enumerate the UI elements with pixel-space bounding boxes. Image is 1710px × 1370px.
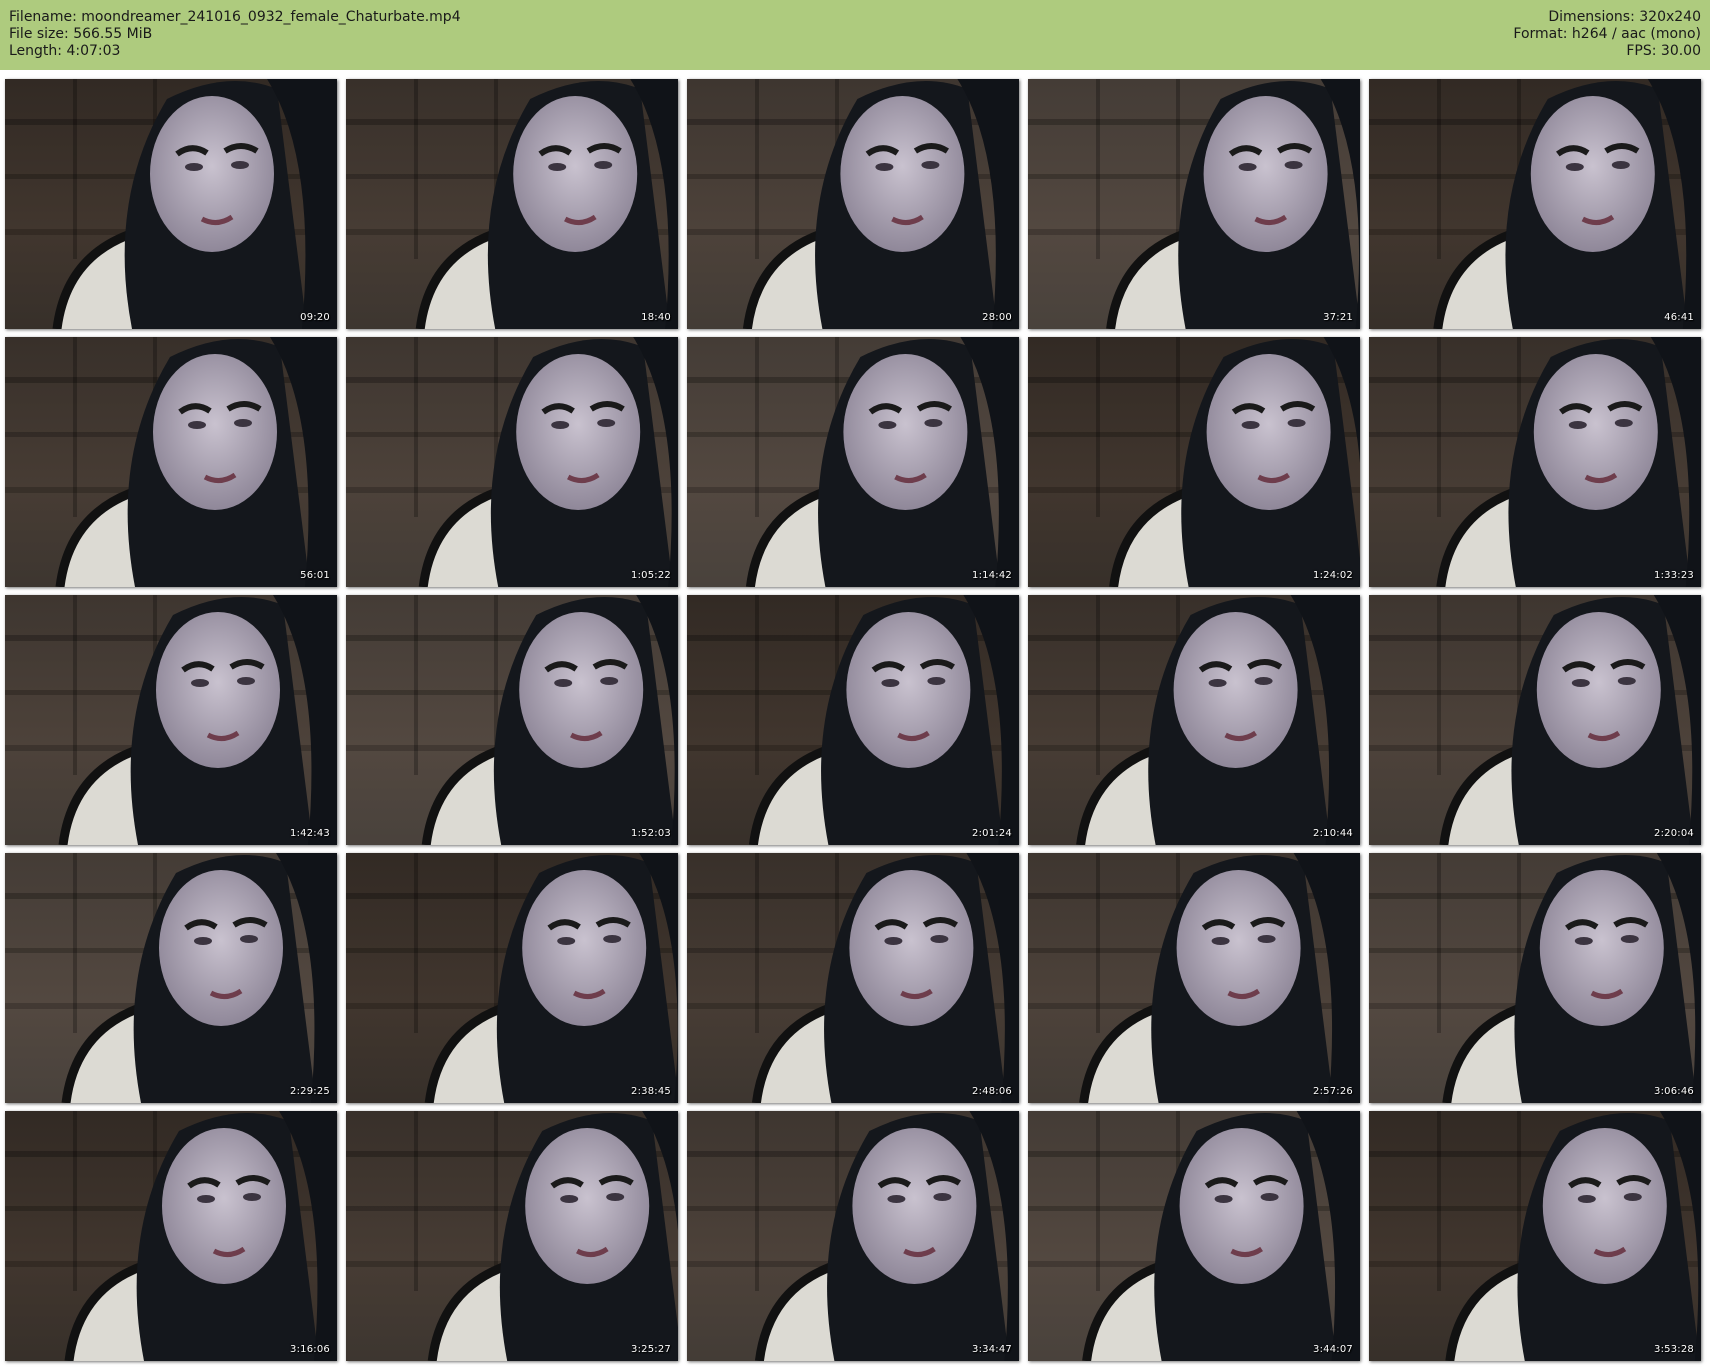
frame-image (346, 1111, 678, 1361)
thumbnail-timestamp: 56:01 (300, 570, 330, 581)
video-thumbnail[interactable]: 2:01:24 (687, 595, 1019, 845)
thumbnail-timestamp: 3:06:46 (1654, 1086, 1694, 1097)
frame-image (1369, 79, 1701, 329)
frame-image (1369, 337, 1701, 587)
video-thumbnail[interactable]: 2:38:45 (346, 853, 678, 1103)
thumbnail-timestamp: 3:53:28 (1654, 1344, 1694, 1355)
frame-image (5, 595, 337, 845)
video-thumbnail[interactable]: 1:05:22 (346, 337, 678, 587)
video-thumbnail[interactable]: 2:20:04 (1369, 595, 1701, 845)
frame-image (1369, 853, 1701, 1103)
frame-image (1028, 853, 1360, 1103)
video-thumbnail[interactable]: 3:44:07 (1028, 1111, 1360, 1361)
length-text: Length: 4:07:03 (9, 43, 121, 59)
frame-image (687, 853, 1019, 1103)
frame-image (5, 1111, 337, 1361)
frame-image (5, 853, 337, 1103)
video-thumbnail[interactable]: 1:14:42 (687, 337, 1019, 587)
video-thumbnail[interactable]: 2:10:44 (1028, 595, 1360, 845)
video-thumbnail[interactable]: 1:33:23 (1369, 337, 1701, 587)
frame-image (687, 595, 1019, 845)
thumbnail-timestamp: 2:20:04 (1654, 828, 1694, 839)
info-header: Filename: moondreamer_241016_0932_female… (0, 0, 1710, 70)
frame-image (5, 79, 337, 329)
frame-image (346, 853, 678, 1103)
video-thumbnail[interactable]: 3:06:46 (1369, 853, 1701, 1103)
frame-image (5, 337, 337, 587)
frame-image (687, 337, 1019, 587)
thumbnail-timestamp: 18:40 (641, 312, 671, 323)
file-info-left: Filename: moondreamer_241016_0932_female… (9, 9, 461, 60)
video-thumbnail[interactable]: 37:21 (1028, 79, 1360, 329)
video-thumbnail[interactable]: 2:29:25 (5, 853, 337, 1103)
thumbnail-timestamp: 2:29:25 (290, 1086, 330, 1097)
frame-image (1369, 1111, 1701, 1361)
file-info-right: Dimensions: 320x240 Format: h264 / aac (… (1513, 9, 1701, 60)
frame-image (346, 79, 678, 329)
video-thumbnail[interactable]: 3:34:47 (687, 1111, 1019, 1361)
thumbnail-timestamp: 2:01:24 (972, 828, 1012, 839)
frame-image (1028, 595, 1360, 845)
format-text: Format: h264 / aac (mono) (1513, 26, 1701, 42)
thumbnail-timestamp: 1:42:43 (290, 828, 330, 839)
thumbnail-timestamp: 2:48:06 (972, 1086, 1012, 1097)
frame-image (346, 595, 678, 845)
thumbnail-timestamp: 2:38:45 (631, 1086, 671, 1097)
thumbnail-timestamp: 09:20 (300, 312, 330, 323)
thumbnail-timestamp: 1:52:03 (631, 828, 671, 839)
video-thumbnail[interactable]: 1:52:03 (346, 595, 678, 845)
video-thumbnail[interactable]: 28:00 (687, 79, 1019, 329)
frame-image (1369, 595, 1701, 845)
frame-image (1028, 337, 1360, 587)
thumbnail-timestamp: 1:24:02 (1313, 570, 1353, 581)
video-thumbnail[interactable]: 3:25:27 (346, 1111, 678, 1361)
video-thumbnail[interactable]: 1:42:43 (5, 595, 337, 845)
thumbnail-timestamp: 1:05:22 (631, 570, 671, 581)
thumbnail-timestamp: 3:25:27 (631, 1344, 671, 1355)
video-thumbnail[interactable]: 09:20 (5, 79, 337, 329)
video-thumbnail[interactable]: 1:24:02 (1028, 337, 1360, 587)
thumbnail-timestamp: 3:44:07 (1313, 1344, 1353, 1355)
video-thumbnail[interactable]: 2:48:06 (687, 853, 1019, 1103)
frame-image (687, 79, 1019, 329)
thumbnail-timestamp: 28:00 (982, 312, 1012, 323)
dimensions-text: Dimensions: 320x240 (1548, 9, 1701, 25)
thumbnail-timestamp: 3:34:47 (972, 1344, 1012, 1355)
frame-image (346, 337, 678, 587)
video-thumbnail[interactable]: 18:40 (346, 79, 678, 329)
thumbnail-timestamp: 46:41 (1664, 312, 1694, 323)
frame-image (1028, 1111, 1360, 1361)
video-thumbnail[interactable]: 3:16:06 (5, 1111, 337, 1361)
filesize-text: File size: 566.55 MiB (9, 26, 153, 42)
thumbnail-grid: 09:20 18:40 28:00 37:21 46:41 56:01 1:05:22 1:1… (5, 79, 1705, 1365)
thumbnail-timestamp: 37:21 (1323, 312, 1353, 323)
video-thumbnail[interactable]: 3:53:28 (1369, 1111, 1701, 1361)
thumbnail-timestamp: 3:16:06 (290, 1344, 330, 1355)
filename-text: Filename: moondreamer_241016_0932_female… (9, 9, 461, 25)
video-thumbnail[interactable]: 46:41 (1369, 79, 1701, 329)
thumbnail-timestamp: 2:57:26 (1313, 1086, 1353, 1097)
thumbnail-timestamp: 1:33:23 (1654, 570, 1694, 581)
video-thumbnail[interactable]: 56:01 (5, 337, 337, 587)
frame-image (687, 1111, 1019, 1361)
video-thumbnail[interactable]: 2:57:26 (1028, 853, 1360, 1103)
fps-text: FPS: 30.00 (1626, 43, 1701, 59)
thumbnail-timestamp: 1:14:42 (972, 570, 1012, 581)
frame-image (1028, 79, 1360, 329)
thumbnail-timestamp: 2:10:44 (1313, 828, 1353, 839)
